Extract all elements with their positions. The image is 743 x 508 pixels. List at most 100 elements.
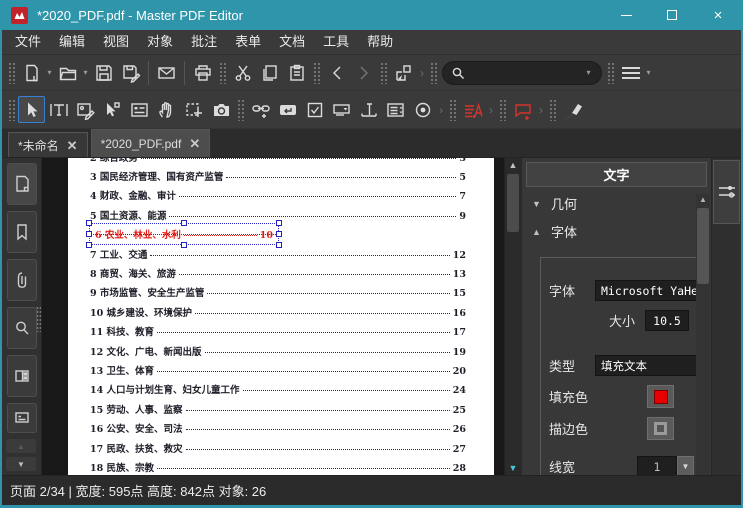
- main-menu-button[interactable]: [617, 59, 644, 86]
- select-area-tool-button[interactable]: [180, 96, 207, 123]
- toc-entry[interactable]: 9 市场监管、安全生产监管 15: [90, 283, 466, 302]
- menu-item-批注[interactable]: 批注: [182, 30, 226, 54]
- menu-item-帮助[interactable]: 帮助: [358, 30, 402, 54]
- toc-entry[interactable]: 17 民政、扶贫、救灾 27: [90, 438, 466, 457]
- selection-handle[interactable]: [276, 242, 282, 249]
- toolbar-grip[interactable]: [430, 61, 437, 84]
- edit-image-tool-button[interactable]: [72, 96, 99, 123]
- list-box-tool-button[interactable]: [382, 96, 409, 123]
- line-width-spinner[interactable]: ▼: [677, 456, 694, 475]
- toolbar-grip[interactable]: [607, 61, 614, 84]
- print-button[interactable]: [189, 59, 216, 86]
- font-size-field[interactable]: 10.5: [645, 310, 689, 331]
- toc-entry[interactable]: 12 文化、广电、新闻出版 19: [90, 341, 466, 360]
- selection-handle[interactable]: [181, 220, 187, 227]
- select-tool-button[interactable]: [18, 96, 45, 123]
- nav-forward-button[interactable]: [350, 59, 377, 86]
- toolbar-grip[interactable]: [8, 98, 15, 121]
- search-panel-button[interactable]: [6, 307, 37, 349]
- open-file-dropdown[interactable]: ▾: [81, 68, 90, 77]
- menu-item-表单[interactable]: 表单: [226, 30, 270, 54]
- pdf-page[interactable]: 2 综合政务 3 3 国民经济管理、国有资产监管 5 4 财政、金融、审计 7 5 国土资源…: [68, 158, 494, 475]
- toc-entry[interactable]: 14 人口与计划生育、妇女儿童工作 24: [90, 380, 466, 399]
- selection-handle[interactable]: [86, 231, 92, 238]
- menu-item-文件[interactable]: 文件: [6, 30, 50, 54]
- toolbar-grip[interactable]: [219, 61, 226, 84]
- search-dropdown[interactable]: ▾: [584, 68, 593, 77]
- sidebar-scroll-up[interactable]: ▲: [6, 439, 36, 453]
- menu-item-视图[interactable]: 视图: [94, 30, 138, 54]
- edit-path-tool-button[interactable]: [99, 96, 126, 123]
- toolbar-grip[interactable]: [499, 98, 506, 121]
- text-type-dropdown[interactable]: 填充文本: [595, 355, 699, 376]
- selection-handle[interactable]: [86, 220, 92, 227]
- toolbar-grip[interactable]: [380, 61, 387, 84]
- selection-handle[interactable]: [181, 242, 187, 249]
- line-width-field[interactable]: 1: [637, 456, 677, 475]
- toolbar-grip[interactable]: [549, 98, 556, 121]
- scroll-up-icon[interactable]: ▲: [505, 160, 521, 170]
- maximize-button[interactable]: [649, 0, 695, 30]
- comments-panel-button[interactable]: [6, 403, 37, 433]
- text-field-tool-button[interactable]: [355, 96, 382, 123]
- menu-item-工具[interactable]: 工具: [314, 30, 358, 54]
- tab-2020-pdf[interactable]: *2020_PDF.pdf ✕: [90, 129, 211, 157]
- toolbar-grip[interactable]: [313, 61, 320, 84]
- copy-button[interactable]: [256, 59, 283, 86]
- toolbar-grip[interactable]: [237, 98, 244, 121]
- save-button[interactable]: [90, 59, 117, 86]
- save-as-button[interactable]: [117, 59, 144, 86]
- highlight-text-tool-button[interactable]: [459, 96, 486, 123]
- new-document-dropdown[interactable]: ▾: [45, 68, 54, 77]
- add-link-tool-button[interactable]: [247, 96, 274, 123]
- toolbar-grip[interactable]: [449, 98, 456, 121]
- object-properties-tab[interactable]: [713, 160, 740, 224]
- selection-handle[interactable]: [86, 242, 92, 249]
- toc-entry[interactable]: 13 卫生、体育 20: [90, 360, 466, 379]
- document-view[interactable]: 2 综合政务 3 3 国民经济管理、国有资产监管 5 4 财政、金融、审计 7 5 国土资源…: [42, 158, 504, 475]
- tab-close-icon[interactable]: ✕: [67, 139, 78, 152]
- nav-back-button[interactable]: [323, 59, 350, 86]
- stroke-color-button[interactable]: [647, 417, 674, 440]
- panel-scrollbar-thumb[interactable]: [697, 208, 709, 284]
- annotation-tool-button[interactable]: [509, 96, 536, 123]
- hand-tool-button[interactable]: [153, 96, 180, 123]
- selection-handle[interactable]: [276, 231, 282, 238]
- push-button-tool-button[interactable]: [274, 96, 301, 123]
- forms-panel-button[interactable]: [6, 355, 37, 397]
- eraser-tool-button[interactable]: [559, 96, 586, 123]
- tab-untitled[interactable]: *未命名 ✕: [8, 132, 88, 157]
- panel-scroll-up-icon[interactable]: ▲: [696, 195, 710, 204]
- selection-handle[interactable]: [276, 220, 282, 227]
- font-family-field[interactable]: Microsoft YaHei: [595, 280, 699, 301]
- toolbar-grip[interactable]: [8, 61, 15, 84]
- combo-box-tool-button[interactable]: [328, 96, 355, 123]
- paste-button[interactable]: [283, 59, 310, 86]
- bookmarks-panel-button[interactable]: [6, 211, 37, 253]
- search-box[interactable]: ▾: [442, 60, 602, 85]
- toc-entry[interactable]: 16 公安、安全、司法 26: [90, 418, 466, 437]
- panel-scrollbar[interactable]: ▲: [696, 194, 710, 475]
- scrollbar-thumb[interactable]: [507, 174, 519, 232]
- geometry-section-header[interactable]: ▼ 几何: [522, 187, 711, 215]
- attachments-panel-button[interactable]: [6, 259, 37, 301]
- search-input[interactable]: [465, 65, 584, 80]
- menu-item-对象[interactable]: 对象: [138, 30, 182, 54]
- scroll-down-icon[interactable]: ▼: [505, 463, 521, 473]
- document-scrollbar[interactable]: ▲ ▼: [504, 158, 520, 475]
- send-email-button[interactable]: [153, 59, 180, 86]
- toc-entry[interactable]: 2 综合政务 3: [90, 158, 466, 166]
- open-file-button[interactable]: [54, 59, 81, 86]
- toc-entry[interactable]: 15 劳动、人事、监察 25: [90, 399, 466, 418]
- edit-forms-tool-button[interactable]: [126, 96, 153, 123]
- tab-close-icon[interactable]: ✕: [189, 137, 200, 150]
- toc-entry-selected[interactable]: 6 农业、林业、水利 10: [86, 220, 466, 249]
- toc-entry[interactable]: 18 民族、宗教 28: [90, 457, 466, 475]
- new-document-button[interactable]: [18, 59, 45, 86]
- edit-text-tool-button[interactable]: [45, 96, 72, 123]
- toc-entry[interactable]: 10 城乡建设、环境保护 16: [90, 302, 466, 321]
- toc-entry[interactable]: 3 国民经济管理、国有资产监管 5: [90, 166, 466, 185]
- menu-item-编辑[interactable]: 编辑: [50, 30, 94, 54]
- sidebar-splitter[interactable]: [36, 306, 41, 332]
- fill-color-button[interactable]: [647, 385, 674, 408]
